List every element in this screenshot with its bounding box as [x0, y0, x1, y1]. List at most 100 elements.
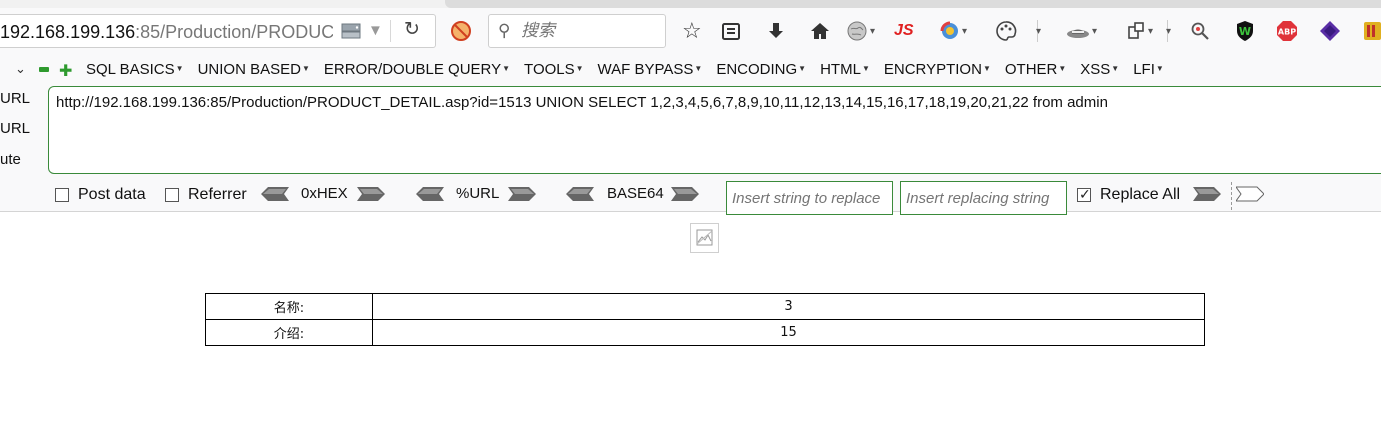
address-bar-text[interactable]: 192.168.199.136:85/Production/PRODUC — [0, 22, 333, 43]
url-encode-arrow-icon[interactable] — [508, 186, 536, 202]
hackbar-url-textarea[interactable]: http://192.168.199.136:85/Production/PRO… — [48, 86, 1381, 174]
caret-icon: ▼ — [175, 64, 184, 73]
table-row: 名称: 3 — [205, 293, 1205, 320]
menu-label: ENCRYPTION — [883, 61, 982, 78]
search-box[interactable]: ⚲ — [488, 14, 666, 48]
execute-button[interactable]: ute — [0, 151, 21, 168]
menu-encoding[interactable]: ENCODING ▼ — [716, 61, 806, 78]
base64-encode-arrow-icon[interactable] — [671, 186, 699, 202]
extension-overflow-icon[interactable] — [1364, 18, 1381, 44]
adblock-plus-icon[interactable]: ABP — [1276, 18, 1298, 44]
menu-label: OTHER — [1004, 61, 1058, 78]
referrer-label: Referrer — [188, 186, 247, 203]
menu-label: TOOLS — [524, 61, 575, 78]
row-value: 15 — [372, 319, 1205, 346]
address-bar[interactable]: 192.168.199.136:85/Production/PRODUC ▼ ↻ — [0, 14, 436, 48]
menu-error-double-query[interactable]: ERROR/DOUBLE QUERY ▼ — [324, 61, 510, 78]
menu-other[interactable]: OTHER ▼ — [1005, 61, 1066, 78]
table-row: 介绍: 15 — [205, 319, 1205, 346]
replace-find-input[interactable] — [726, 181, 893, 215]
menu-tools[interactable]: TOOLS ▼ — [524, 61, 584, 78]
menu-encryption[interactable]: ENCRYPTION ▼ — [884, 61, 991, 78]
svg-text:ABP: ABP — [1278, 28, 1296, 37]
menu-label: WAF BYPASS — [597, 61, 694, 78]
hackbar-options-row: Post data Referrer 0xHEX %URL BASE64 Rep… — [0, 180, 1381, 215]
menu-lfi[interactable]: LFI ▼ — [1133, 61, 1164, 78]
url-host: 192.168.199.136 — [0, 22, 136, 42]
caret-icon: ▼ — [982, 64, 991, 73]
search-input[interactable] — [521, 20, 661, 42]
page-info-icon[interactable] — [341, 23, 361, 39]
translate-menu-icon[interactable]: ▾ — [940, 18, 967, 44]
palette-menu-icon[interactable] — [995, 18, 1017, 44]
search-icon: ⚲ — [498, 21, 511, 40]
reading-list-icon[interactable] — [721, 18, 741, 44]
caret-icon: ▼ — [1111, 64, 1120, 73]
load-url-button[interactable]: URL — [0, 90, 30, 107]
menu-html[interactable]: HTML ▼ — [820, 61, 870, 78]
menu-label: ENCODING — [716, 61, 798, 78]
replace-next-arrow-icon[interactable] — [1236, 186, 1264, 202]
overflow-arrow-icon-2[interactable]: ▾ — [1164, 18, 1171, 44]
replace-all-checkbox[interactable]: Replace All — [1077, 186, 1180, 204]
url-encoding-label: %URL — [456, 185, 500, 202]
product-detail-table: 名称: 3 介绍: 15 — [205, 293, 1205, 346]
replace-with-input[interactable] — [900, 181, 1067, 215]
checkbox-box[interactable] — [55, 188, 69, 202]
caret-icon: ▼ — [502, 64, 511, 73]
menu-union-based[interactable]: UNION BASED ▼ — [198, 61, 310, 78]
caret-icon: ▼ — [301, 64, 310, 73]
caret-icon: ▼ — [798, 64, 807, 73]
tab-strip — [0, 0, 1381, 8]
js-switch-icon[interactable]: JS — [894, 18, 914, 44]
menu-label: HTML — [820, 61, 861, 78]
caret-icon: ▼ — [861, 64, 870, 73]
base64-decode-arrow-icon[interactable] — [566, 186, 594, 202]
menu-label: UNION BASED — [197, 61, 301, 78]
menu-sql-basics[interactable]: SQL BASICS ▼ — [86, 61, 184, 78]
caret-icon: ▼ — [1155, 64, 1164, 73]
reload-icon[interactable]: ↻ — [404, 18, 420, 41]
home-icon[interactable] — [810, 18, 830, 44]
hex-decode-arrow-icon[interactable] — [261, 186, 289, 202]
menu-label: LFI — [1133, 61, 1155, 78]
hackbar-panel: URL URL ute http://192.168.199.136:85/Pr… — [0, 84, 1381, 215]
navigation-toolbar: 192.168.199.136:85/Production/PRODUC ▼ ↻… — [0, 8, 1381, 56]
options-divider — [1231, 182, 1232, 210]
bookmark-star-icon[interactable]: ☆ — [682, 18, 702, 44]
svg-text:W: W — [1239, 25, 1251, 38]
base64-label: BASE64 — [607, 185, 664, 202]
download-icon[interactable] — [766, 18, 786, 44]
caret-icon: ▼ — [694, 64, 703, 73]
block-icon[interactable] — [450, 18, 472, 44]
hat-menu-icon[interactable]: ▾ — [1066, 18, 1097, 44]
diamond-extension-icon[interactable] — [1319, 18, 1341, 44]
menu-waf-bypass[interactable]: WAF BYPASS ▼ — [598, 61, 703, 78]
row-label: 介绍: — [205, 319, 373, 346]
broken-image-icon — [690, 223, 719, 253]
shield-icon[interactable]: W — [1234, 18, 1256, 44]
plus-icon[interactable]: ✚ — [59, 61, 72, 81]
menu-xss[interactable]: XSS ▼ — [1080, 61, 1119, 78]
row-value: 3 — [372, 293, 1205, 320]
checkbox-box[interactable] — [165, 188, 179, 202]
minus-icon[interactable] — [39, 67, 49, 72]
post-data-checkbox[interactable]: Post data — [55, 186, 146, 204]
split-url-button[interactable]: URL — [0, 120, 30, 137]
menu-label: ERROR/DOUBLE QUERY — [323, 61, 502, 78]
referrer-checkbox[interactable]: Referrer — [165, 186, 247, 204]
zoom-search-icon[interactable] — [1190, 18, 1210, 44]
replace-arrow-icon[interactable] — [1193, 186, 1221, 202]
hex-label: 0xHEX — [301, 185, 348, 202]
globe-menu-icon[interactable]: ▾ — [846, 18, 875, 44]
url-decode-arrow-icon[interactable] — [416, 186, 444, 202]
checkbox-box[interactable] — [1077, 186, 1091, 203]
overflow-arrow-icon[interactable]: ▾ — [1034, 18, 1041, 44]
screenshot-menu-icon[interactable]: ▾ — [1126, 18, 1153, 44]
post-data-label: Post data — [78, 186, 146, 203]
url-separator — [390, 20, 391, 42]
row-label: 名称: — [205, 293, 373, 320]
url-dropdown-icon[interactable]: ▼ — [368, 22, 383, 39]
chevron-down-icon[interactable]: ⌄ — [15, 61, 26, 77]
hex-encode-arrow-icon[interactable] — [357, 186, 385, 202]
